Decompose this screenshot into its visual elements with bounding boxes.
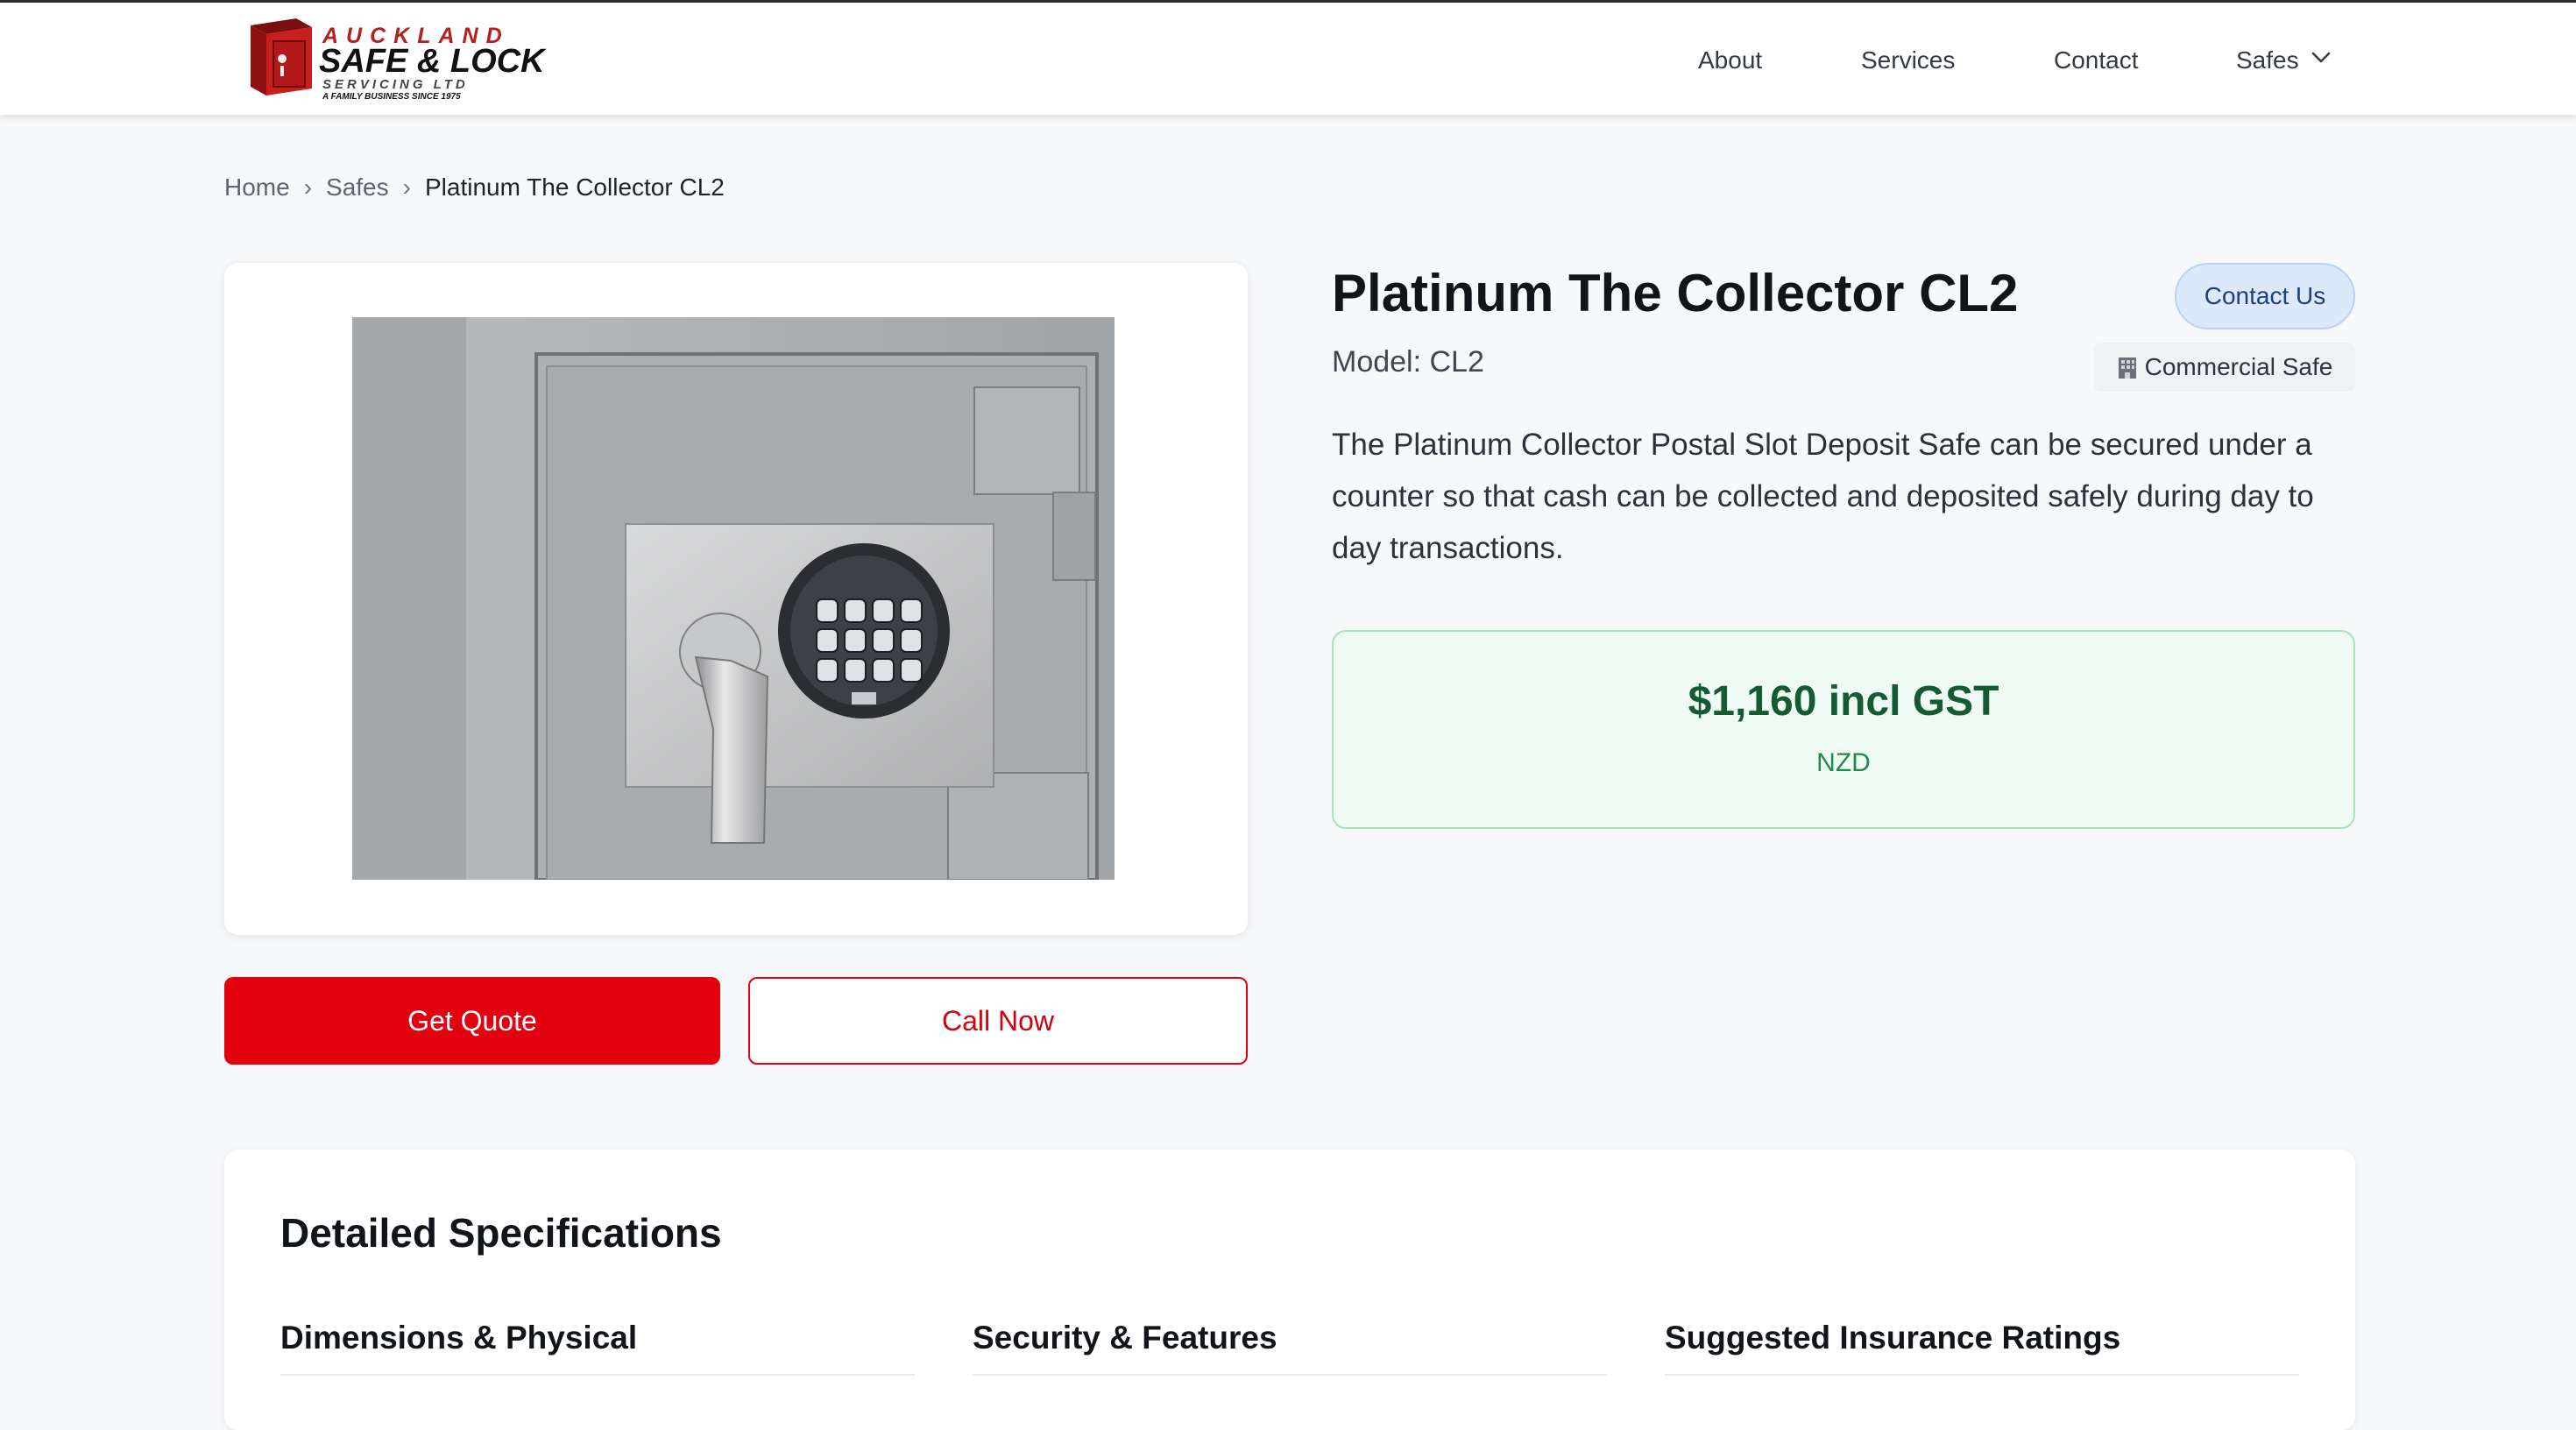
spec-section-title: Suggested Insurance Ratings: [1665, 1320, 2121, 1356]
get-quote-button[interactable]: Get Quote: [224, 977, 720, 1065]
product-image-card: [224, 263, 1248, 935]
product-type-label: Commercial Safe: [2144, 353, 2333, 380]
product-type-badge: Commercial Safe: [2094, 343, 2355, 392]
specifications-title: Detailed Specifications: [280, 1210, 722, 1256]
spec-section-title: Security & Features: [973, 1320, 1277, 1356]
breadcrumb: Home › Safes › Platinum The Collector CL2: [224, 173, 725, 202]
spec-section-dimensions: Dimensions & Physical: [280, 1320, 915, 1376]
logo-text-servicing: SERVICING LTD: [322, 77, 469, 92]
nav-about-link[interactable]: About: [1698, 46, 1762, 74]
logo-text-tagline: A FAMILY BUSINESS SINCE 1975: [322, 92, 461, 102]
chevron-down-icon[interactable]: [2311, 52, 2331, 64]
specifications-card: Detailed Specifications Dimensions & Phy…: [224, 1150, 2355, 1430]
breadcrumb-separator: ›: [402, 173, 411, 201]
spec-section-title: Dimensions & Physical: [280, 1320, 638, 1356]
nav-contact-link[interactable]: Contact: [2054, 46, 2139, 74]
breadcrumb-safes-link[interactable]: Safes: [326, 173, 389, 202]
nav-safes-dropdown[interactable]: Safes: [2236, 46, 2299, 74]
breadcrumb-current: Platinum The Collector CL2: [424, 173, 725, 201]
safe-product-image[interactable]: [352, 317, 1115, 880]
breadcrumb-home-link[interactable]: Home: [224, 173, 290, 202]
breadcrumb-separator: ›: [303, 173, 313, 201]
call-now-button[interactable]: Call Now: [748, 977, 1248, 1065]
price-box: $1,160 incl GST NZD: [1332, 630, 2355, 829]
price-currency: NZD: [1816, 748, 1871, 777]
product-title: Platinum The Collector CL2: [1332, 264, 2019, 322]
nav-services-link[interactable]: Services: [1861, 46, 1955, 74]
price-amount: $1,160 incl GST: [1688, 678, 1999, 725]
spec-section-security: Security & Features: [973, 1320, 1607, 1376]
site-logo[interactable]: AUCKLAND SAFE & LOCK SERVICING LTD A FAM…: [242, 18, 545, 104]
product-description: The Platinum Collector Postal Slot Depos…: [1332, 428, 2314, 565]
site-header: AUCKLAND SAFE & LOCK SERVICING LTD A FAM…: [0, 0, 2576, 115]
spec-section-insurance: Suggested Insurance Ratings: [1665, 1320, 2299, 1376]
safe-logo-icon: [251, 18, 312, 96]
product-model: Model: CL2: [1332, 345, 1484, 379]
building-icon: [2118, 358, 2136, 379]
contact-us-button[interactable]: Contact Us: [2175, 263, 2355, 329]
logo-text-safe-lock: SAFE & LOCK: [319, 43, 545, 80]
